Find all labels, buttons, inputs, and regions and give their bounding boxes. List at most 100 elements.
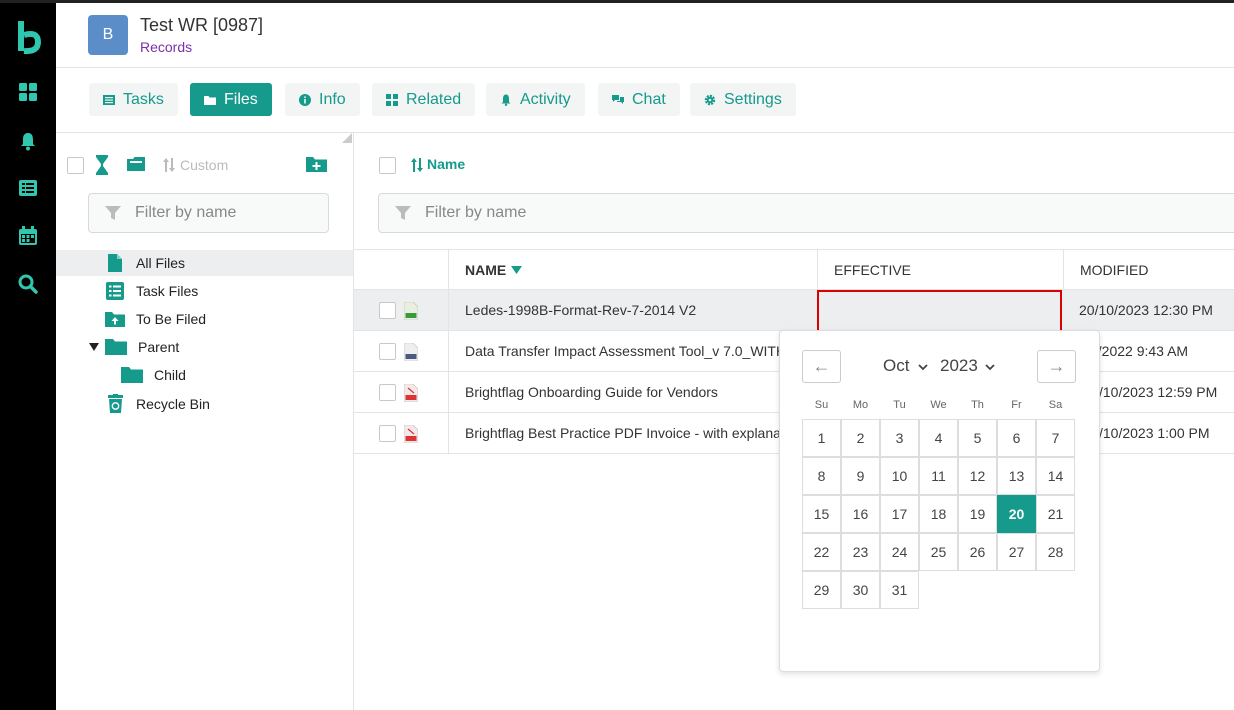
calendar-icon[interactable] [18, 226, 38, 246]
tree-item-child[interactable]: Child [56, 362, 353, 388]
tab-related[interactable]: Related [372, 83, 476, 116]
calendar-day[interactable]: 18 [919, 495, 958, 533]
effective-cell-highlight [817, 290, 1062, 332]
tree-item-parent[interactable]: Parent [56, 334, 353, 360]
calendar-day[interactable]: 9 [841, 457, 880, 495]
calendar-day[interactable]: 14 [1036, 457, 1075, 495]
select-all-files-checkbox[interactable] [379, 157, 396, 174]
tab-activity-label: Activity [520, 90, 571, 108]
calendar-day[interactable]: 20 [997, 495, 1036, 533]
tab-chat-label: Chat [632, 90, 666, 108]
calendar-day[interactable]: 6 [997, 419, 1036, 457]
calendar-day[interactable]: 16 [841, 495, 880, 533]
calendar-day[interactable]: 7 [1036, 419, 1075, 457]
tree-item-task-files[interactable]: Task Files [56, 278, 353, 304]
tab-settings[interactable]: Settings [690, 83, 796, 116]
tree-label: Task Files [136, 283, 199, 299]
calendar-day[interactable]: 25 [919, 533, 958, 571]
calendar-day[interactable]: 10 [880, 457, 919, 495]
tree-label: Recycle Bin [136, 396, 210, 412]
tab-files-label: Files [224, 90, 258, 108]
chat-icon [612, 94, 624, 104]
resize-corner-icon[interactable] [342, 133, 352, 143]
file-name[interactable]: Brightflag Best Practice PDF Invoice - w… [449, 413, 817, 453]
caret-down-icon[interactable] [89, 343, 99, 351]
calendar-day[interactable]: 13 [997, 457, 1036, 495]
calendar-day[interactable]: 19 [958, 495, 997, 533]
avatar: B [88, 15, 128, 55]
recycle-bin-icon [108, 394, 123, 413]
month-select[interactable]: Oct [883, 356, 928, 376]
tab-related-label: Related [406, 90, 462, 108]
next-month-button[interactable]: → [1037, 350, 1076, 383]
calendar-day[interactable]: 21 [1036, 495, 1075, 533]
calendar-day[interactable]: 26 [958, 533, 997, 571]
select-all-folders-checkbox[interactable] [67, 157, 84, 174]
tab-files[interactable]: Files [190, 83, 272, 116]
tab-tasks-label: Tasks [123, 90, 164, 108]
info-icon [299, 93, 311, 106]
calendar-day[interactable]: 17 [880, 495, 919, 533]
calendar-day[interactable]: 1 [802, 419, 841, 457]
folder-filter-input[interactable]: Filter by name [88, 193, 329, 233]
add-folder-icon[interactable] [306, 155, 327, 173]
dashboard-icon[interactable] [18, 82, 38, 102]
tree-label: Child [154, 367, 186, 383]
bell-icon [501, 94, 511, 106]
weekday-label: Mo [852, 399, 869, 411]
calendar-day[interactable]: 30 [841, 571, 880, 609]
table-row[interactable]: Ledes-1998B-Format-Rev-7-2014 V2 20/10/2… [354, 290, 1234, 331]
archive-icon[interactable] [127, 155, 145, 173]
calendar-day[interactable]: 29 [802, 571, 841, 609]
chevron-down-icon [984, 364, 995, 371]
column-modified-label: MODIFIED [1080, 262, 1149, 278]
file-name[interactable]: Ledes-1998B-Format-Rev-7-2014 V2 [449, 290, 817, 330]
tasklist-icon [106, 282, 124, 300]
calendar-day[interactable]: 24 [880, 533, 919, 571]
calendar-day[interactable]: 11 [919, 457, 958, 495]
tab-chat[interactable]: Chat [598, 83, 680, 116]
row-checkbox[interactable] [379, 425, 396, 442]
row-checkbox[interactable] [379, 343, 396, 360]
search-icon[interactable] [18, 274, 38, 294]
prev-month-button[interactable]: ← [802, 350, 841, 383]
calendar-day[interactable]: 27 [997, 533, 1036, 571]
tree-item-all-files[interactable]: All Files [56, 250, 353, 276]
calendar-day[interactable]: 8 [802, 457, 841, 495]
column-name-header[interactable]: NAME [448, 250, 817, 290]
tab-tasks[interactable]: Tasks [89, 83, 178, 116]
list-icon[interactable] [18, 178, 38, 198]
file-name[interactable]: Data Transfer Impact Assessment Tool_v 7… [449, 331, 817, 371]
sort-name-button[interactable]: Name [427, 156, 465, 172]
calendar-day[interactable]: 2 [841, 419, 880, 457]
column-effective-header[interactable]: EFFECTIVE [817, 250, 1063, 290]
tree-item-recycle-bin[interactable]: Recycle Bin [56, 391, 353, 417]
file-name[interactable]: Brightflag Onboarding Guide for Vendors [449, 372, 817, 412]
calendar-day[interactable]: 12 [958, 457, 997, 495]
weekday-label: Fr [1011, 399, 1022, 411]
bell-icon[interactable] [18, 131, 38, 151]
breadcrumb-records[interactable]: Records [140, 39, 192, 55]
tree-item-to-be-filed[interactable]: To Be Filed [56, 306, 353, 332]
calendar-day[interactable]: 22 [802, 533, 841, 571]
tab-activity[interactable]: Activity [486, 83, 585, 116]
calendar-day[interactable]: 3 [880, 419, 919, 457]
calendar-day[interactable]: 28 [1036, 533, 1075, 571]
column-modified-header[interactable]: MODIFIED [1063, 250, 1234, 290]
year-value: 2023 [940, 356, 978, 375]
calendar-day[interactable]: 23 [841, 533, 880, 571]
weekday-label: Sa [1048, 399, 1063, 411]
calendar-day[interactable]: 4 [919, 419, 958, 457]
hourglass-icon[interactable] [96, 155, 108, 175]
row-checkbox[interactable] [379, 302, 396, 319]
calendar-day[interactable]: 31 [880, 571, 919, 609]
calendar-day[interactable]: 15 [802, 495, 841, 533]
sort-icon [163, 158, 175, 172]
calendar-day[interactable]: 5 [958, 419, 997, 457]
brightflag-logo-icon[interactable] [16, 17, 42, 57]
file-filter-input[interactable]: Filter by name [378, 193, 1234, 233]
sort-custom-label[interactable]: Custom [180, 157, 228, 173]
year-select[interactable]: 2023 [940, 356, 995, 376]
tab-info[interactable]: Info [285, 83, 360, 116]
row-checkbox[interactable] [379, 384, 396, 401]
